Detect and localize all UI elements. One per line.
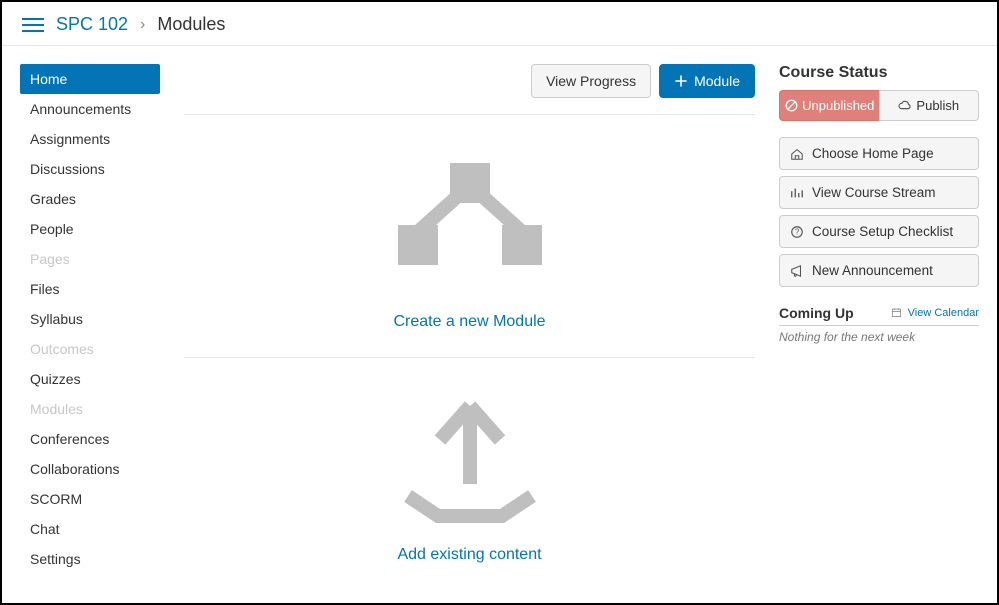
- choose-home-page-button[interactable]: Choose Home Page: [779, 137, 979, 170]
- new-announcement-button[interactable]: New Announcement: [779, 254, 979, 287]
- sidebar-item-label: Discussions: [30, 161, 105, 177]
- empty-state-create-module: Create a new Module: [184, 115, 755, 358]
- sidebar-item-pages[interactable]: Pages: [20, 244, 160, 274]
- content-header: View Progress Module: [184, 64, 755, 115]
- new-announcement-label: New Announcement: [812, 263, 933, 278]
- course-setup-checklist-button[interactable]: ? Course Setup Checklist: [779, 215, 979, 248]
- sidebar-item-label: Quizzes: [30, 371, 81, 387]
- course-status-toggle: Unpublished Publish: [779, 90, 979, 121]
- course-status-title: Course Status: [779, 64, 979, 82]
- sidebar-item-label: Pages: [30, 251, 70, 267]
- calendar-icon: [890, 306, 904, 320]
- sidebar-item-assignments[interactable]: Assignments: [20, 124, 160, 154]
- course-nav-sidebar: Home Announcements Assignments Discussions G…: [20, 64, 160, 597]
- publish-cloud-icon: [898, 99, 912, 113]
- sidebar-item-files[interactable]: Files: [20, 274, 160, 304]
- sidebar-item-label: Grades: [30, 191, 76, 207]
- sidebar-item-announcements[interactable]: Announcements: [20, 94, 160, 124]
- breadcrumb-separator-icon: ›: [140, 16, 145, 34]
- sidebar-item-syllabus[interactable]: Syllabus: [20, 304, 160, 334]
- add-module-label: Module: [694, 73, 740, 89]
- checklist-icon: ?: [790, 225, 804, 239]
- sidebar-item-label: Chat: [30, 521, 60, 537]
- unpublished-label: Unpublished: [802, 98, 874, 113]
- view-course-stream-button[interactable]: View Course Stream: [779, 176, 979, 209]
- sidebar-item-label: SCORM: [30, 491, 82, 507]
- sidebar-item-label: Syllabus: [30, 311, 83, 327]
- sidebar-item-collaborations[interactable]: Collaborations: [20, 454, 160, 484]
- view-calendar-label: View Calendar: [908, 307, 979, 319]
- module-diagram-icon: [380, 145, 560, 295]
- sidebar-item-chat[interactable]: Chat: [20, 514, 160, 544]
- sidebar-item-label: Outcomes: [30, 341, 94, 357]
- sidebar-item-label: Settings: [30, 551, 81, 567]
- add-module-button[interactable]: Module: [659, 64, 755, 98]
- unpublished-icon: [784, 99, 798, 113]
- sidebar-item-grades[interactable]: Grades: [20, 184, 160, 214]
- right-actions: Choose Home Page View Course Stream ? Co…: [779, 137, 979, 287]
- sidebar-item-discussions[interactable]: Discussions: [20, 154, 160, 184]
- create-module-link[interactable]: Create a new Module: [393, 313, 545, 331]
- breadcrumb-current: Modules: [157, 14, 225, 35]
- choose-home-label: Choose Home Page: [812, 146, 934, 161]
- setup-checklist-label: Course Setup Checklist: [812, 224, 953, 239]
- svg-text:?: ?: [795, 227, 800, 236]
- main-content: View Progress Module Create a new Module: [184, 64, 755, 597]
- empty-state-add-content: Add existing content: [184, 358, 755, 590]
- sidebar-item-outcomes[interactable]: Outcomes: [20, 334, 160, 364]
- coming-up-header: Coming Up View Calendar: [779, 305, 979, 326]
- coming-up-empty-text: Nothing for the next week: [779, 330, 979, 344]
- sidebar-item-quizzes[interactable]: Quizzes: [20, 364, 160, 394]
- sidebar-item-settings[interactable]: Settings: [20, 544, 160, 574]
- sidebar-item-modules[interactable]: Modules: [20, 394, 160, 424]
- breadcrumb-bar: SPC 102 › Modules: [2, 2, 997, 46]
- sidebar-item-label: Announcements: [30, 101, 131, 117]
- sidebar-item-label: Modules: [30, 401, 83, 417]
- announcement-icon: [790, 264, 804, 278]
- sidebar-item-label: Files: [30, 281, 60, 297]
- sidebar-item-home[interactable]: Home: [20, 64, 160, 94]
- sidebar-item-label: People: [30, 221, 74, 237]
- coming-up-title: Coming Up: [779, 305, 854, 321]
- stream-icon: [790, 186, 804, 200]
- hamburger-menu-icon[interactable]: [22, 15, 44, 35]
- upload-arrow-icon: [390, 388, 550, 528]
- sidebar-item-people[interactable]: People: [20, 214, 160, 244]
- sidebar-item-label: Assignments: [30, 131, 110, 147]
- add-existing-content-link[interactable]: Add existing content: [397, 546, 541, 564]
- home-icon: [790, 147, 804, 161]
- publish-button[interactable]: Publish: [879, 90, 980, 121]
- sidebar-item-conferences[interactable]: Conferences: [20, 424, 160, 454]
- sidebar-item-scorm[interactable]: SCORM: [20, 484, 160, 514]
- sidebar-item-label: Home: [30, 71, 67, 87]
- view-stream-label: View Course Stream: [812, 185, 936, 200]
- breadcrumb-course-link[interactable]: SPC 102: [56, 14, 128, 35]
- view-progress-button[interactable]: View Progress: [531, 64, 651, 98]
- publish-label: Publish: [916, 98, 959, 113]
- sidebar-item-label: Collaborations: [30, 461, 120, 477]
- plus-icon: [674, 74, 688, 88]
- view-calendar-link[interactable]: View Calendar: [890, 306, 979, 320]
- unpublished-button[interactable]: Unpublished: [779, 90, 879, 121]
- right-panel: Course Status Unpublished Publish Choo: [779, 64, 979, 597]
- sidebar-item-label: Conferences: [30, 431, 109, 447]
